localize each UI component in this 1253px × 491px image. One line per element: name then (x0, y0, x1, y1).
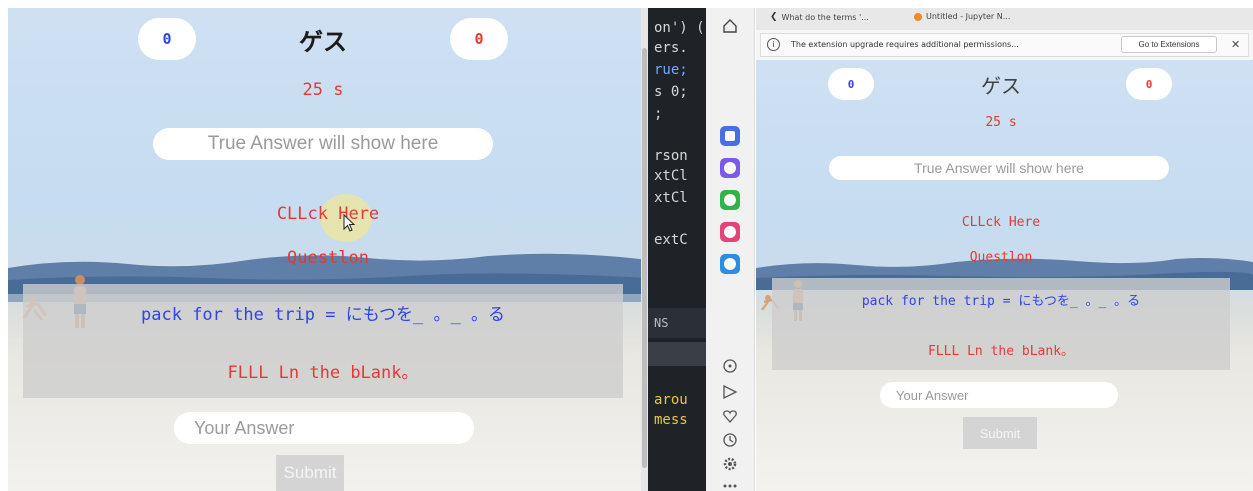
tab-what-do-terms[interactable]: ❮ What do the terms '... (770, 12, 869, 22)
panel-row (648, 342, 706, 366)
cursor-icon (343, 214, 356, 232)
true-answer-box: True Answer will show here (829, 156, 1169, 180)
code-line: mess (654, 412, 688, 428)
jupyter-icon (914, 12, 922, 21)
answer-input[interactable] (880, 382, 1118, 408)
code-line: rue; (654, 62, 688, 78)
score-right: 0 (1126, 68, 1172, 100)
code-line: rson (654, 148, 688, 164)
chat-icon[interactable] (722, 358, 738, 374)
settings-icon[interactable] (722, 456, 738, 472)
right-game-panel: 0 ゲス 0 25 s True Answer will show here C… (756, 60, 1253, 491)
score-right: 0 (450, 18, 508, 60)
hint-text: FLLL Ln the bLank。 (927, 344, 1075, 359)
tab-bar: ❮ What do the terms '... Untitled - Jupy… (756, 8, 1253, 30)
code-line: xtCl (654, 190, 688, 206)
go-to-extensions-button[interactable]: Go to Extensions (1121, 36, 1217, 53)
question-label: Questlon (287, 248, 369, 268)
home-icon[interactable] (722, 18, 738, 34)
tab-label: What do the terms '... (781, 12, 869, 22)
info-icon: i (767, 38, 780, 51)
question-text: pack for the trip = にもつを_ 。_ 。る (141, 305, 505, 325)
history-icon[interactable] (722, 432, 738, 448)
code-line: ers. (654, 40, 688, 56)
tab-label: Untitled - Jupyter N... (926, 12, 1011, 21)
twitter-icon[interactable] (720, 254, 740, 274)
left-scrollbar-thumb[interactable] (642, 48, 647, 468)
code-editor-strip: on') ( ers. rue; s 0; ; rson xtCl xtCl e… (648, 8, 706, 491)
click-here-link[interactable]: CLLck Here (228, 204, 428, 224)
infobar-message: The extension upgrade requires additiona… (791, 40, 1019, 49)
browser-window: ❮ What do the terms '... Untitled - Jupy… (756, 8, 1253, 491)
timer: 25 s (302, 80, 344, 100)
code-line: ; (654, 106, 663, 122)
app-store-icon[interactable] (720, 126, 740, 146)
panel-tab-label[interactable]: NS (654, 316, 668, 330)
instagram-icon[interactable] (720, 222, 740, 242)
code-line: arou (654, 392, 688, 408)
close-icon[interactable]: ✕ (1231, 38, 1240, 51)
page-icon: ❮ (770, 12, 778, 22)
answer-input[interactable] (174, 412, 474, 444)
score-left: 0 (138, 18, 196, 60)
submit-button[interactable]: Submit (276, 455, 344, 491)
send-icon[interactable] (722, 384, 738, 400)
tab-jupyter[interactable]: Untitled - Jupyter N... (914, 12, 1010, 21)
question-text: pack for the trip = にもつを_ 。_ 。る (861, 294, 1141, 309)
code-line: on') ( (654, 20, 705, 36)
true-answer-box: True Answer will show here (153, 128, 493, 160)
messenger-icon[interactable] (720, 158, 740, 178)
question-label: Questlon (969, 250, 1033, 265)
submit-button[interactable]: Submit (963, 417, 1037, 449)
code-line: s 0; (654, 84, 688, 100)
code-line: xtCl (654, 168, 688, 184)
more-icon[interactable] (722, 482, 738, 490)
hint-text: FLLL Ln the bLank。 (227, 363, 419, 383)
click-here-link[interactable]: CLLck Here (906, 215, 1096, 230)
extension-infobar: i The extension upgrade requires additio… (760, 33, 1249, 57)
left-game-panel: 0 ゲス 0 25 s True Answer will show here C… (8, 8, 648, 491)
game-title: ゲス (299, 28, 347, 56)
left-scrollbar[interactable] (641, 8, 648, 491)
heart-icon[interactable] (722, 408, 738, 424)
browser-sidebar (706, 8, 755, 491)
timer: 25 s (985, 115, 1017, 130)
whatsapp-icon[interactable] (720, 190, 740, 210)
game-title: ゲス (981, 74, 1021, 98)
score-left: 0 (828, 68, 874, 100)
code-line: extC (654, 232, 688, 248)
